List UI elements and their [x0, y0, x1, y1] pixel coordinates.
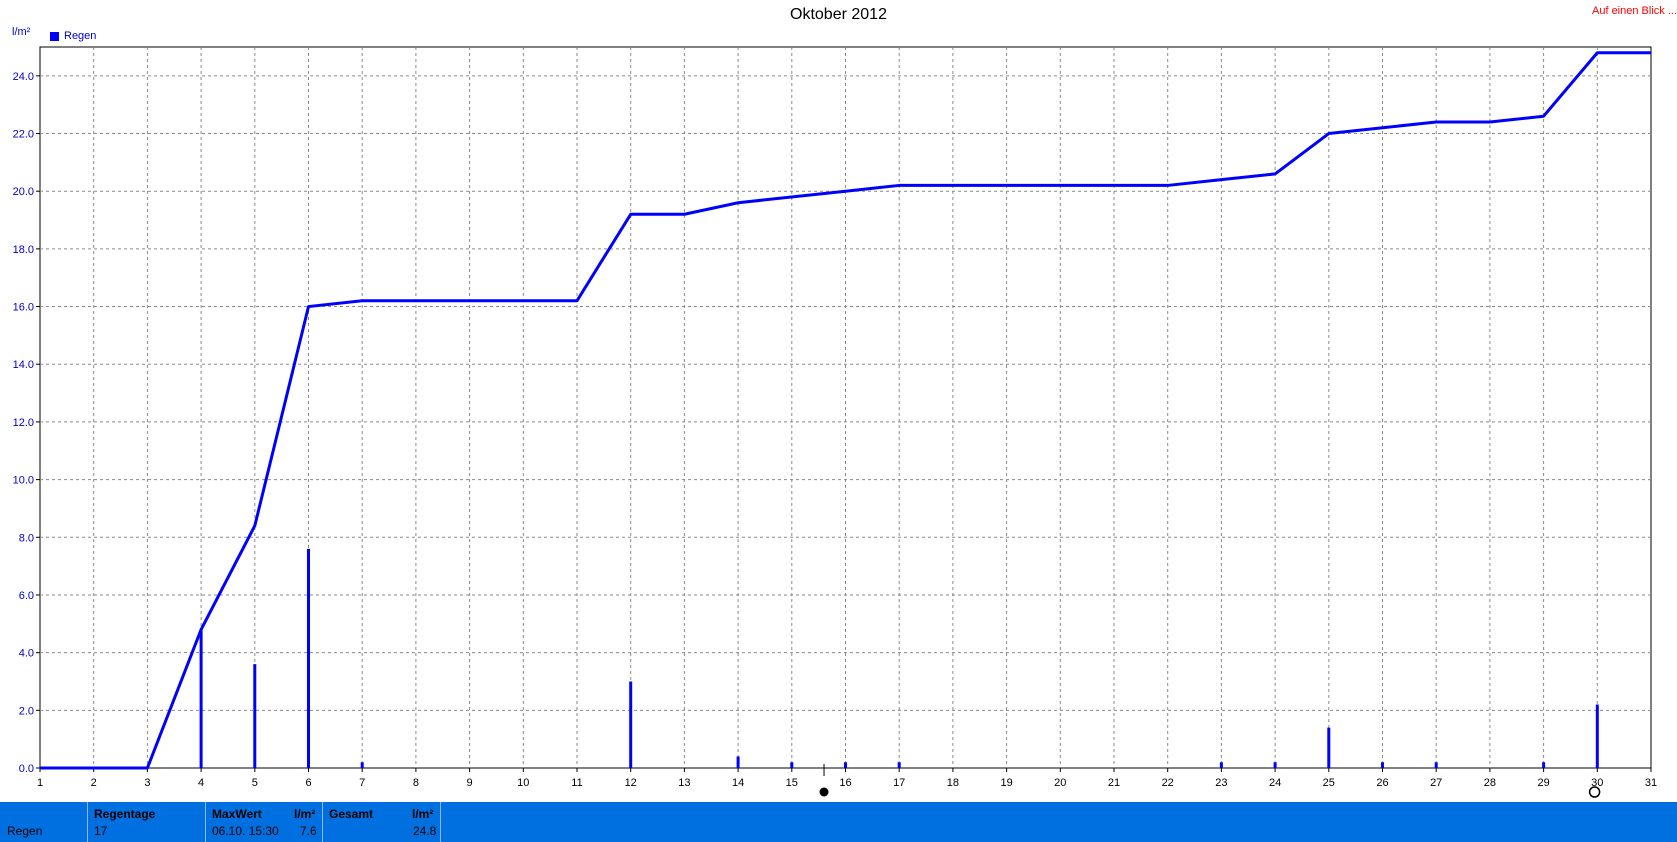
summary-row-label-cell: Regen — [0, 802, 88, 842]
x-tick-label: 2 — [91, 777, 97, 789]
x-tick-label: 12 — [625, 777, 637, 789]
gesamt-unit: l/m² — [412, 807, 434, 821]
y-tick-label: 8.0 — [19, 532, 34, 544]
x-tick-label: 16 — [839, 777, 851, 789]
x-tick-label: 3 — [144, 777, 150, 789]
y-tick-label: 14.0 — [13, 359, 34, 371]
x-tick-label: 18 — [947, 777, 959, 789]
maxwert-date: 06.10. 15:30 — [212, 824, 279, 838]
summary-bar: Regen Regentage 17 MaxWert l/m² 06.10. 1… — [0, 802, 1677, 842]
x-tick-label: 5 — [252, 777, 258, 789]
y-tick-label: 16.0 — [13, 302, 34, 314]
x-tick-label: 20 — [1054, 777, 1066, 789]
x-tick-label: 23 — [1215, 777, 1227, 789]
x-tick-label: 4 — [198, 777, 204, 789]
y-tick-label: 4.0 — [19, 648, 34, 660]
x-tick-label: 6 — [305, 777, 311, 789]
x-tick-label: 31 — [1645, 777, 1657, 789]
gesamt-value: 24.8 — [413, 824, 437, 838]
x-tick-label: 9 — [467, 777, 473, 789]
x-tick-label: 19 — [1000, 777, 1012, 789]
x-tick-label: 22 — [1162, 777, 1174, 789]
regentage-label: Regentage — [94, 807, 156, 821]
regentage-value: 17 — [94, 824, 108, 838]
x-tick-label: 14 — [732, 777, 744, 789]
x-tick-label: 15 — [786, 777, 798, 789]
rain-chart: 1 2 3 4 5 6 7 8 9 10 11 12 13 14 15 16 17 18 19 20 21 22 23 24 2… — [13, 46, 1657, 798]
gesamt-label: Gesamt — [329, 807, 374, 821]
y-tick-label: 2.0 — [19, 705, 34, 717]
x-tick-label: 1 — [37, 777, 43, 789]
x-tick-label: 26 — [1376, 777, 1388, 789]
x-tick-label: 17 — [893, 777, 905, 789]
maxwert-cell: MaxWert l/m² 06.10. 15:30 7.6 — [206, 802, 323, 842]
full-moon-icon — [1588, 786, 1601, 798]
regentage-cell: Regentage 17 — [88, 802, 206, 842]
x-tick-label: 13 — [678, 777, 690, 789]
summary-row-label: Regen — [7, 824, 43, 838]
maxwert-value: 7.6 — [300, 824, 317, 838]
y-tick-label: 12.0 — [13, 417, 34, 429]
new-moon-icon — [819, 787, 829, 797]
y-tick-label: 10.0 — [13, 475, 34, 487]
y-tick-label: 18.0 — [13, 244, 34, 256]
y-tick-label: 0.0 — [19, 763, 34, 775]
x-tick-label: 29 — [1537, 777, 1549, 789]
x-tick-label: 11 — [571, 777, 582, 789]
maxwert-unit: l/m² — [294, 807, 316, 821]
x-tick-label: 24 — [1269, 777, 1281, 789]
x-tick-label: 7 — [359, 777, 365, 789]
x-tick-label: 8 — [413, 777, 419, 789]
x-tick-label: 10 — [517, 777, 529, 789]
y-tick-label: 20.0 — [13, 186, 34, 198]
x-tick-label: 28 — [1484, 777, 1496, 789]
x-tick-label: 27 — [1430, 777, 1442, 789]
y-tick-label: 6.0 — [19, 590, 34, 602]
y-tick-label: 22.0 — [13, 129, 34, 141]
x-tick-label: 21 — [1108, 777, 1120, 789]
gesamt-cell: Gesamt l/m² 24.8 — [323, 802, 441, 842]
x-tick-label: 25 — [1323, 777, 1335, 789]
maxwert-label: MaxWert — [212, 807, 262, 821]
y-tick-label: 24.0 — [13, 71, 34, 83]
